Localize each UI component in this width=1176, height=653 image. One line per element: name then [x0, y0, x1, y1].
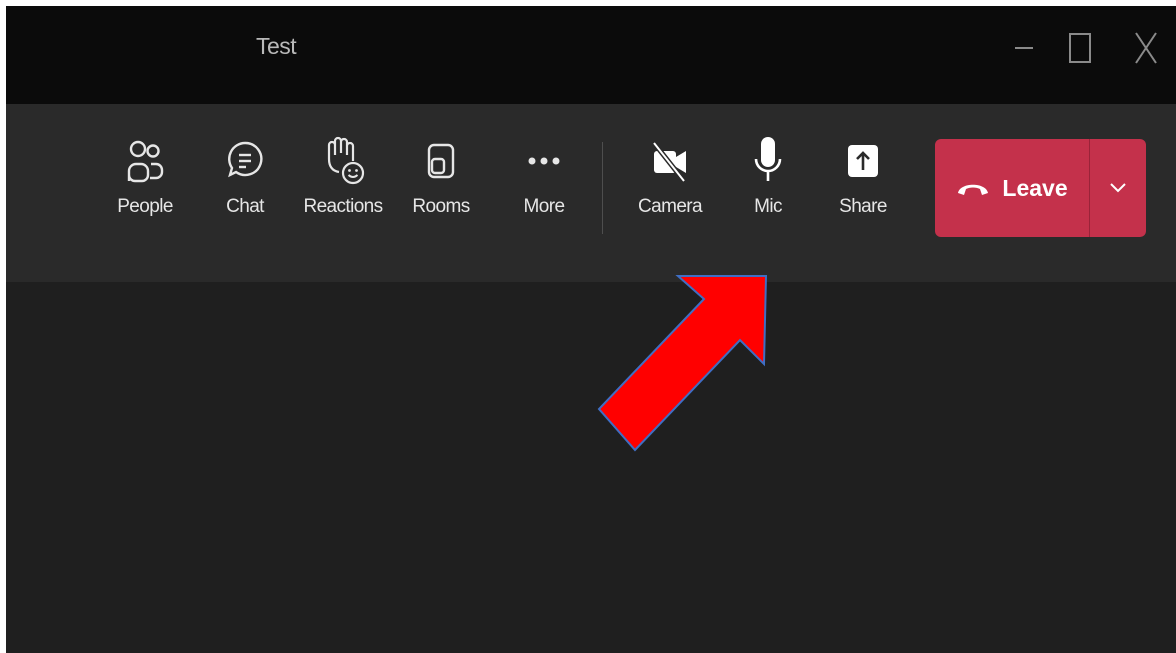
- share-label: Share: [839, 196, 887, 217]
- chat-icon: [228, 141, 263, 178]
- more-dots-icon: [528, 157, 560, 165]
- more-button[interactable]: More: [499, 132, 589, 218]
- chat-label: Chat: [226, 196, 264, 217]
- meeting-window: Test: [6, 6, 1176, 653]
- maximize-button[interactable]: [1058, 26, 1102, 70]
- people-icon: [127, 140, 164, 183]
- reactions-label: Reactions: [303, 196, 383, 217]
- maximize-icon: [1069, 33, 1091, 63]
- title-bar: Test: [6, 6, 1176, 104]
- raise-hand-reaction-icon: [327, 136, 365, 185]
- breakout-rooms-icon: [427, 143, 455, 179]
- people-label: People: [117, 196, 173, 217]
- minimize-button[interactable]: [1002, 26, 1046, 70]
- minimize-icon: [1015, 47, 1033, 49]
- camera-off-icon: [652, 141, 686, 183]
- mic-label: Mic: [754, 196, 782, 217]
- rooms-button[interactable]: Rooms: [396, 132, 486, 218]
- toolbar-divider: [602, 142, 603, 234]
- share-button[interactable]: Share: [818, 132, 908, 218]
- leave-button-group: Leave: [935, 139, 1146, 237]
- leave-options-dropdown[interactable]: [1090, 139, 1146, 237]
- chevron-down-icon: [1110, 183, 1126, 193]
- close-button[interactable]: [1124, 26, 1168, 70]
- window-title: Test: [256, 33, 297, 59]
- share-screen-icon: [848, 145, 878, 177]
- camera-label: Camera: [638, 196, 703, 217]
- more-label: More: [523, 196, 565, 217]
- chat-button[interactable]: Chat: [200, 132, 290, 218]
- leave-label: Leave: [1002, 174, 1068, 201]
- rooms-label: Rooms: [412, 196, 470, 217]
- camera-button[interactable]: Camera: [625, 132, 715, 218]
- hang-up-icon: [958, 184, 989, 195]
- microphone-icon: [754, 137, 782, 181]
- mic-button[interactable]: Mic: [723, 132, 813, 218]
- reactions-button[interactable]: Reactions: [298, 132, 388, 218]
- people-button[interactable]: People: [100, 132, 190, 218]
- close-icon: [1135, 32, 1157, 64]
- leave-button[interactable]: Leave: [935, 139, 1089, 237]
